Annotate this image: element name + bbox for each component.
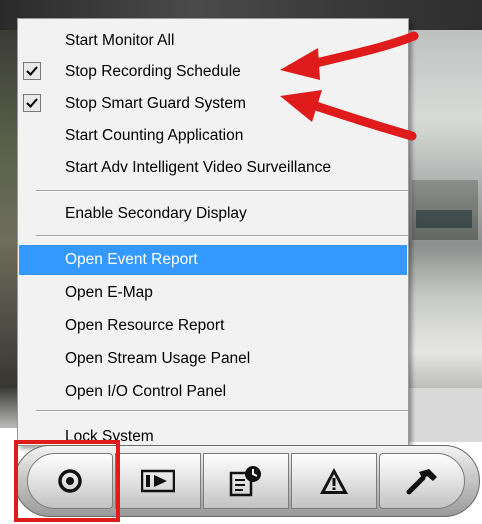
menu-item-open-io-control-panel[interactable]: Open I/O Control Panel [19, 377, 407, 407]
schedule-button[interactable] [203, 453, 289, 509]
checkmark-icon [23, 94, 41, 112]
alert-button[interactable] [291, 453, 377, 509]
annotation-arrow-icon [280, 31, 419, 80]
menu-separator [36, 410, 408, 412]
office-window-image [416, 210, 472, 228]
menu-item-start-adv-intelligent-video-surveillance[interactable]: Start Adv Intelligent Video Surveillance [19, 153, 407, 183]
menu-item-label: Open E-Map [65, 284, 153, 301]
alert-icon [320, 468, 348, 494]
menu-item-label: Enable Secondary Display [65, 205, 247, 222]
menu-item-label: Start Counting Application [65, 127, 244, 144]
menu-separator [36, 235, 408, 237]
tools-icon [406, 469, 437, 495]
schedule-icon [229, 466, 261, 497]
annotation-highlight-box [14, 440, 120, 522]
menu-separator [36, 190, 408, 192]
menu-item-label: Open Event Report [65, 251, 198, 268]
annotation-arrow-icon [280, 90, 417, 141]
settings-button[interactable] [379, 453, 465, 509]
menu-item-label: Stop Recording Schedule [65, 63, 241, 80]
menu-item-label: Open Stream Usage Panel [65, 350, 251, 367]
menu-item-label: Open Resource Report [65, 317, 225, 334]
menu-item-enable-secondary-display[interactable]: Enable Secondary Display [19, 199, 407, 229]
menu-item-open-event-report[interactable]: Open Event Report [19, 245, 407, 275]
checkmark-icon [23, 62, 41, 80]
menu-item-label: Open I/O Control Panel [65, 383, 227, 400]
menu-item-label: Start Adv Intelligent Video Surveillance [65, 159, 331, 176]
camera-view-lower-right [408, 388, 482, 442]
menu-item-open-stream-usage-panel[interactable]: Open Stream Usage Panel [19, 344, 407, 374]
menu-item-label: Stop Smart Guard System [65, 95, 246, 112]
menu-item-open-resource-report[interactable]: Open Resource Report [19, 311, 407, 341]
menu-item-label: Start Monitor All [65, 32, 175, 49]
playback-icon [141, 469, 175, 493]
playback-button[interactable] [115, 453, 201, 509]
menu-item-open-e-map[interactable]: Open E-Map [19, 278, 407, 308]
